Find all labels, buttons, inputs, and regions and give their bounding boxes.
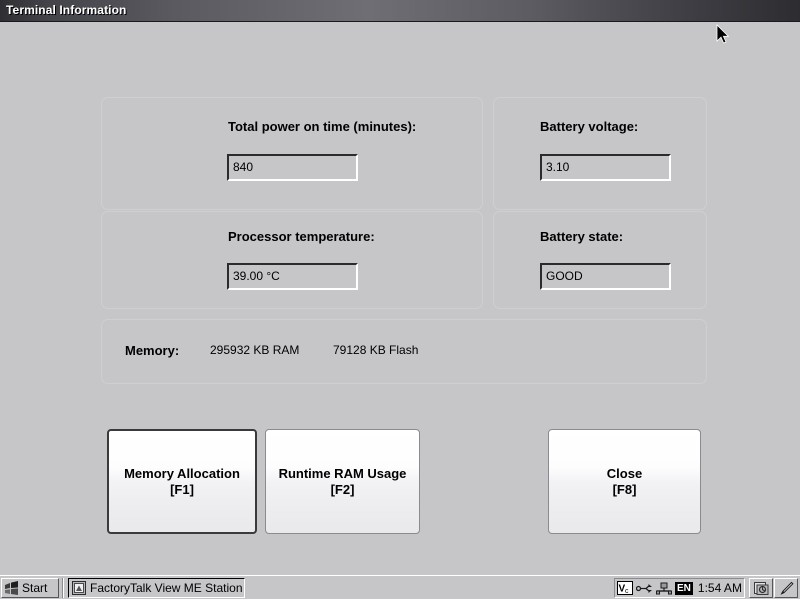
label-battery-state: Battery state: (540, 229, 624, 244)
runtime-ram-usage-button[interactable]: Runtime RAM Usage [F2] (265, 429, 420, 534)
memory-allocation-button[interactable]: Memory Allocation [F1] (107, 429, 257, 534)
panel-battery-state (493, 211, 707, 309)
taskbar-item-factorytalk-view-me-station[interactable]: FactoryTalk View ME Station (68, 578, 245, 598)
usb-connection-icon[interactable] (636, 582, 653, 595)
close-button-title: Close (606, 465, 643, 481)
vnc-server-icon[interactable]: V c (617, 581, 633, 595)
application-window-icon (72, 581, 86, 595)
taskbar-divider (62, 578, 64, 598)
runtime-ram-usage-button-title: Runtime RAM Usage (278, 465, 407, 481)
system-tray: V c EN 1:54 AM (614, 578, 745, 598)
field-battery-voltage[interactable]: 3.10 (540, 154, 671, 181)
dialog-client-area: Total power on time (minutes): 840 Batte… (0, 23, 800, 575)
field-battery-state[interactable]: GOOD (540, 263, 671, 290)
start-button[interactable]: Start (1, 578, 59, 598)
window-titlebar: Terminal Information (0, 0, 800, 22)
runtime-ram-usage-button-shortcut: [F2] (330, 481, 355, 497)
taskbar: Start FactoryTalk View ME Station V c EN… (0, 575, 800, 599)
window-title: Terminal Information (6, 3, 127, 17)
label-battery-voltage: Battery voltage: (540, 119, 639, 134)
start-button-label: Start (22, 581, 48, 595)
panel-processor-temperature (101, 211, 483, 309)
svg-text:c: c (625, 588, 629, 595)
field-power-on-time[interactable]: 840 (227, 154, 358, 181)
close-button[interactable]: Close [F8] (548, 429, 701, 534)
network-connection-icon[interactable] (656, 582, 672, 595)
stylus-input-button[interactable] (774, 578, 798, 598)
show-desktop-button[interactable] (749, 578, 773, 598)
memory-allocation-button-shortcut: [F1] (170, 481, 194, 497)
label-power-on-time: Total power on time (minutes): (228, 119, 417, 134)
show-desktop-icon (753, 581, 768, 595)
value-memory-ram: 295932 KB RAM (210, 343, 300, 357)
value-memory-flash: 79128 KB Flash (333, 343, 419, 357)
memory-allocation-button-title: Memory Allocation (124, 465, 240, 481)
tray-language-indicator[interactable]: EN (675, 581, 693, 595)
label-memory: Memory: (125, 343, 180, 358)
field-processor-temperature[interactable]: 39.00 °C (227, 263, 358, 290)
label-processor-temperature: Processor temperature: (228, 229, 375, 244)
stylus-pen-icon (779, 581, 794, 595)
terminal-information-screen: Terminal Information Total power on time… (0, 0, 800, 599)
close-button-shortcut: [F8] (612, 481, 637, 497)
windows-flag-icon (5, 580, 18, 595)
tray-clock[interactable]: 1:54 AM (698, 581, 742, 595)
taskbar-item-label: FactoryTalk View ME Station (90, 581, 243, 595)
